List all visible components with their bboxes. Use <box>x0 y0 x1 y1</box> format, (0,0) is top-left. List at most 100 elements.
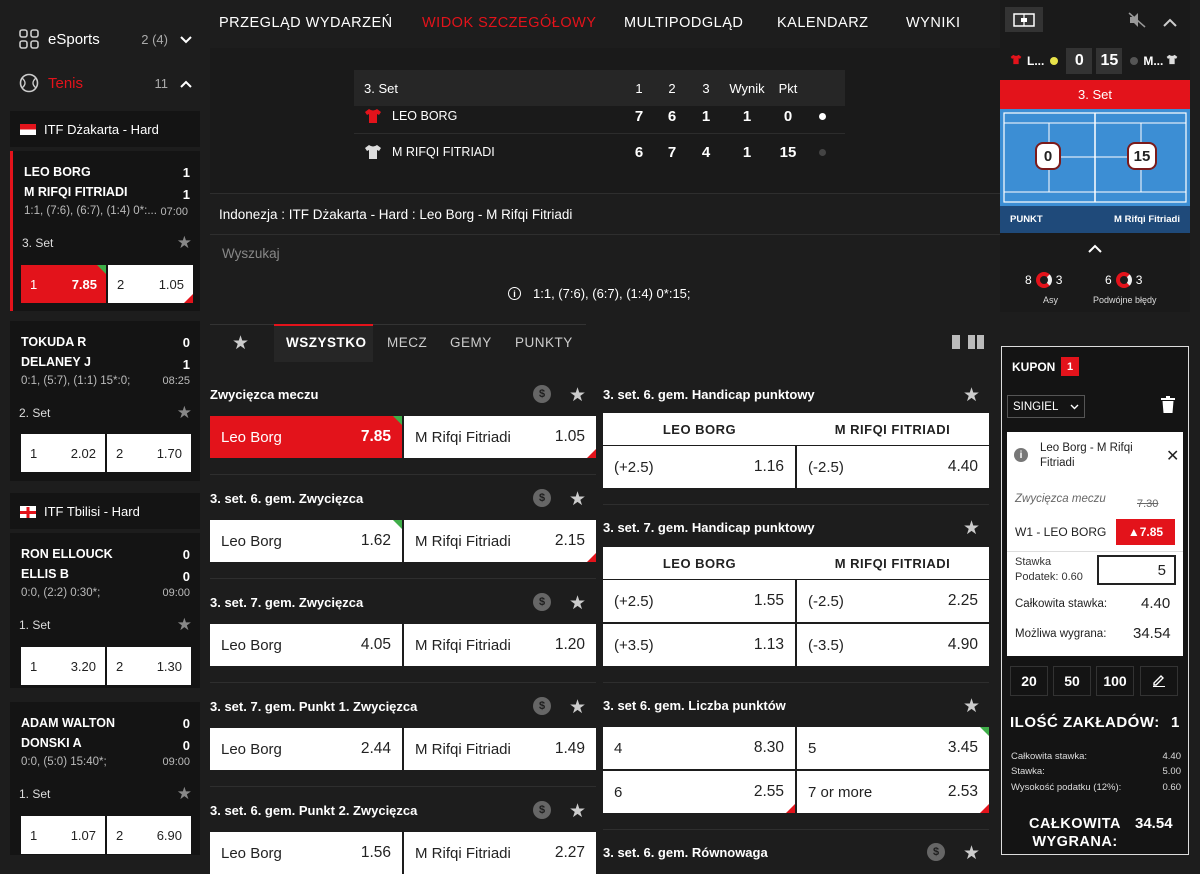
star-icon[interactable]: ★ <box>177 233 192 253</box>
summary-value: 4.40 <box>1162 751 1182 762</box>
tab-all[interactable]: WSZYSTKO <box>286 335 367 350</box>
quick-stake-50[interactable]: 50 <box>1053 666 1091 696</box>
info-icon: i <box>508 287 521 300</box>
court-view-button[interactable] <box>1005 7 1043 32</box>
odds-button[interactable]: 2 1.05 <box>108 265 193 303</box>
tab-games[interactable]: GEMY <box>450 335 492 350</box>
odds-cell[interactable]: Leo Borg 1.62 <box>210 520 402 562</box>
player-name: LEO BORG <box>392 109 458 123</box>
league-header[interactable]: ITF Tbilisi - Hard <box>10 493 200 529</box>
nav-results[interactable]: WYNIKI <box>906 15 961 31</box>
odds-cell[interactable]: Leo Borg 1.56 <box>210 832 402 874</box>
player-score: 1 <box>182 357 190 372</box>
expand-chevron-up-icon[interactable] <box>1088 240 1102 258</box>
sport-tenis[interactable]: Tenis 11 <box>0 63 210 103</box>
odds-cell[interactable]: 6 2.55 <box>603 771 795 813</box>
chevron-down-icon[interactable] <box>180 31 192 47</box>
star-icon[interactable]: ★ <box>963 695 980 718</box>
match-time: 09:00 <box>162 587 190 599</box>
star-icon[interactable]: ★ <box>569 800 586 823</box>
quick-stake-20[interactable]: 20 <box>1010 666 1048 696</box>
outcome-label: (+2.5) <box>614 458 654 476</box>
odds-cell[interactable]: (-2.5) 4.40 <box>797 446 989 488</box>
star-icon[interactable]: ★ <box>177 615 192 635</box>
nav-detail-view[interactable]: WIDOK SZCZEGÓŁOWY <box>422 15 596 31</box>
odds-button[interactable]: 2 6.90 <box>107 816 191 854</box>
aces-label: Asy <box>1043 295 1059 305</box>
column-header: LEO BORG <box>662 422 737 437</box>
odds-cell[interactable]: M Rifqi Fitriadi 1.20 <box>404 624 596 666</box>
match-card[interactable]: LEO BORG 1 M RIFQI FITRIADI 1 1:1, (7:6)… <box>10 151 200 311</box>
search-input[interactable]: Wyszukaj <box>222 246 280 261</box>
live-set-label: 3. Set <box>1000 80 1190 109</box>
player-name: DONSKI A <box>21 736 82 750</box>
odds-cell[interactable]: M Rifqi Fitriadi 2.27 <box>404 832 596 874</box>
odds-value: 3.45 <box>947 739 978 756</box>
odds-button[interactable]: 2 1.30 <box>107 647 191 685</box>
star-icon[interactable]: ★ <box>569 696 586 719</box>
nav-calendar[interactable]: KALENDARZ <box>777 15 869 31</box>
odds-label: 1 <box>30 445 38 461</box>
nav-multiview[interactable]: MULTIPODGLĄD <box>624 15 743 31</box>
star-icon[interactable]: ★ <box>569 592 586 615</box>
sound-off-icon[interactable] <box>1128 12 1146 33</box>
outcome-label: (-3.5) <box>808 636 844 654</box>
odds-cell[interactable]: 5 3.45 <box>797 727 989 769</box>
odds-cell[interactable]: 4 8.30 <box>603 727 795 769</box>
odds-cell[interactable]: Leo Borg 7.85 <box>210 416 402 458</box>
odds-value: 2.55 <box>753 783 784 800</box>
star-icon[interactable]: ★ <box>177 784 192 804</box>
bet-type-select[interactable]: SINGIEL <box>1007 395 1085 418</box>
stake-input[interactable]: 5 <box>1097 555 1176 585</box>
odds-button[interactable]: 1 1.07 <box>21 816 105 854</box>
summary-value: 5.00 <box>1162 766 1182 777</box>
edit-stake-button[interactable] <box>1140 666 1178 696</box>
column-header: M RIFQI FITRIADI <box>834 556 951 571</box>
odds-cell[interactable]: (+3.5) 1.13 <box>603 624 795 666</box>
star-icon[interactable]: ★ <box>569 384 586 407</box>
odds-cell[interactable]: (+2.5) 1.16 <box>603 446 795 488</box>
league-header[interactable]: ITF Dżakarta - Hard <box>10 111 200 147</box>
odds-cell[interactable]: M Rifqi Fitriadi 2.15 <box>404 520 596 562</box>
nav-overview[interactable]: PRZEGLĄD WYDARZEŃ <box>219 15 393 31</box>
market-title: Zwycięzca meczu <box>210 387 319 402</box>
odds-cell[interactable]: (+2.5) 1.55 <box>603 580 795 622</box>
star-icon[interactable]: ★ <box>569 488 586 511</box>
odds-cell[interactable]: Leo Borg 4.05 <box>210 624 402 666</box>
tab-points[interactable]: PUNKTY <box>515 335 573 350</box>
chevron-up-icon[interactable] <box>180 75 192 91</box>
odds-cell[interactable]: (-3.5) 4.90 <box>797 624 989 666</box>
odds-button[interactable]: 2 1.70 <box>107 434 191 472</box>
summary-value: 0.60 <box>1162 782 1182 793</box>
star-icon[interactable]: ★ <box>963 842 980 865</box>
sport-esports[interactable]: eSports 2 (4) <box>0 19 210 59</box>
odds-cell[interactable]: (-2.5) 2.25 <box>797 580 989 622</box>
dollar-icon: $ <box>533 593 551 611</box>
player-score: 0 <box>182 547 190 562</box>
star-icon[interactable]: ★ <box>963 384 980 407</box>
tab-match[interactable]: MECZ <box>387 335 427 350</box>
tax-label: Podatek: 0.60 <box>1015 571 1083 583</box>
odds-button[interactable]: 1 2.02 <box>21 434 105 472</box>
star-icon[interactable]: ★ <box>177 403 192 423</box>
odds-cell[interactable]: 7 or more 2.53 <box>797 771 989 813</box>
outcome-label: Leo Borg <box>221 844 282 862</box>
match-card[interactable]: ADAM WALTON 0 DONSKI A 0 0:0, (5:0) 15:4… <box>10 702 200 855</box>
odds-button[interactable]: 1 7.85 <box>21 265 106 303</box>
odds-cell[interactable]: Leo Borg 2.44 <box>210 728 402 770</box>
layout-toggle-icon[interactable] <box>952 334 986 355</box>
odds-cell[interactable]: M Rifqi Fitriadi 1.05 <box>404 416 596 458</box>
odds-cell[interactable]: M Rifqi Fitriadi 1.49 <box>404 728 596 770</box>
quick-stake-100[interactable]: 100 <box>1096 666 1134 696</box>
odds-label: 1 <box>30 658 38 674</box>
outcome-label: (+3.5) <box>614 636 654 654</box>
collapse-chevron-up-icon[interactable] <box>1163 14 1177 32</box>
favorites-star-icon[interactable]: ★ <box>232 332 249 355</box>
trash-icon[interactable] <box>1160 396 1176 419</box>
star-icon[interactable]: ★ <box>963 517 980 540</box>
match-card[interactable]: TOKUDA R 0 DELANEY J 1 0:1, (5:7), (1:1)… <box>10 321 200 481</box>
odds-label: 2 <box>116 445 124 461</box>
odds-button[interactable]: 1 3.20 <box>21 647 105 685</box>
remove-bet-close-icon[interactable]: ✕ <box>1166 446 1179 466</box>
match-card[interactable]: RON ELLOUCK 0 ELLIS B 0 0:0, (2:2) 0:30*… <box>10 533 200 688</box>
